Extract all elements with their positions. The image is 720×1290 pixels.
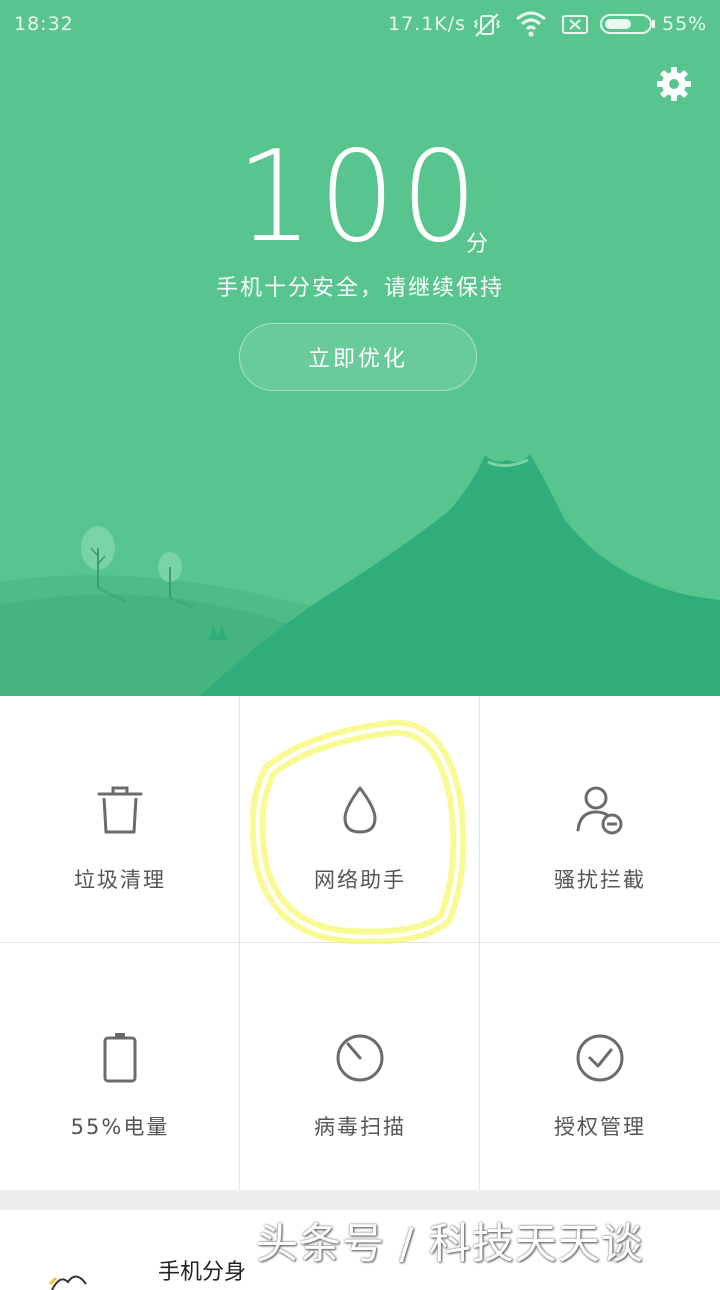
security-hero: 18:32 17.1K/s 55% 100 分 手机十分安全，请继续保持 立即优… — [0, 0, 720, 696]
battery-icon — [600, 14, 655, 34]
tool-label: 病毒扫描 — [314, 1115, 406, 1139]
tool-label: 垃圾清理 — [74, 868, 166, 892]
tool-network-assistant[interactable]: 网络助手 — [240, 696, 480, 943]
status-net-speed: 17.1K/s — [388, 13, 467, 35]
status-time: 18:32 — [14, 13, 74, 35]
status-bar: 18:32 17.1K/s 55% — [0, 0, 720, 50]
tool-label: 55%电量 — [70, 1115, 170, 1139]
check-circle-icon — [576, 1034, 624, 1082]
score-unit: 分 — [466, 232, 489, 257]
battery-icon — [103, 1033, 137, 1083]
card-illustration — [48, 1275, 87, 1290]
tool-harassment-block[interactable]: 骚扰拦截 — [480, 696, 720, 943]
tool-label: 网络助手 — [314, 868, 406, 892]
status-battery-percent: 55% — [662, 13, 708, 35]
no-sim-icon — [562, 15, 588, 34]
tool-battery[interactable]: 55%电量 — [0, 943, 240, 1190]
scan-icon — [336, 1034, 384, 1082]
section-divider — [0, 1190, 720, 1210]
user-block-icon — [576, 786, 623, 835]
landscape-illustration — [0, 454, 720, 696]
droplet-icon — [343, 786, 377, 834]
tools-grid: 垃圾清理 网络助手 骚扰拦截 55%电量 病毒扫描 授权管理 — [0, 696, 720, 1190]
security-score: 100 — [236, 124, 484, 271]
tool-virus-scan[interactable]: 病毒扫描 — [240, 943, 480, 1190]
clone-app-card[interactable]: 手机分身 — [0, 1210, 720, 1290]
wifi-icon — [516, 11, 546, 37]
security-status-text: 手机十分安全，请继续保持 — [215, 276, 504, 301]
card-title: 手机分身 — [158, 1260, 247, 1285]
optimize-button[interactable]: 立即优化 — [239, 323, 477, 391]
tool-trash-cleanup[interactable]: 垃圾清理 — [0, 696, 240, 943]
tool-label: 授权管理 — [554, 1115, 646, 1139]
tool-label: 骚扰拦截 — [554, 868, 646, 892]
vibrate-off-icon — [473, 13, 501, 37]
gear-icon[interactable] — [654, 64, 694, 104]
trash-icon — [97, 786, 143, 834]
tool-permission-manage[interactable]: 授权管理 — [480, 943, 720, 1190]
